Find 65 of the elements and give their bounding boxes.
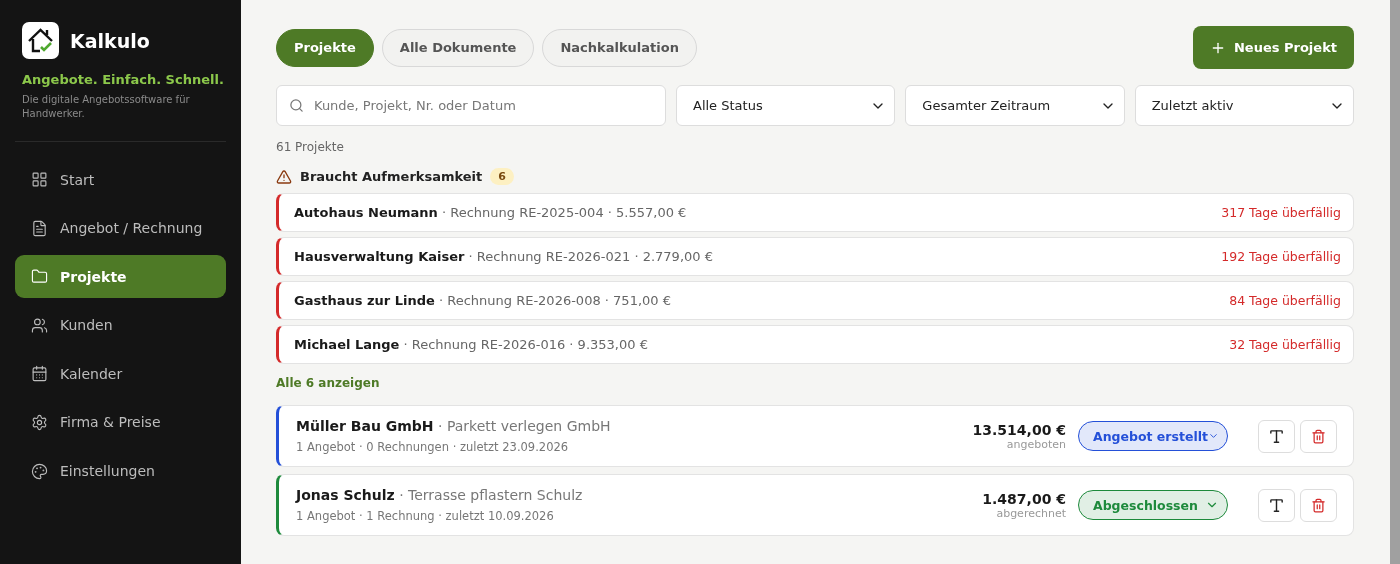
text-icon	[1268, 427, 1285, 445]
search-input[interactable]: Kunde, Projekt, Nr. oder Datum	[312, 97, 653, 114]
house-logo-icon	[22, 22, 59, 59]
folder-icon	[31, 268, 48, 286]
users-icon	[31, 316, 48, 334]
delete-button[interactable]	[1300, 419, 1337, 453]
brand-description: Die digitale Angebotssoftware für Handwerker.	[22, 93, 191, 121]
nav-item[interactable]: Kunden	[15, 303, 226, 347]
amount-label: angeboten	[1006, 437, 1066, 451]
nav-item[interactable]: Projekte	[15, 255, 226, 299]
brand-tagline: Angebote. Einfach. Schnell.	[22, 72, 225, 87]
project-row[interactable]: Jonas Schulz · Terrasse pflastern Schulz 1 Angebot · 1 Rechnung · zuletzt 10.09.2026 1.487,00 € abgerechnet Abgeschlossen	[276, 474, 1354, 536]
project-amount: 13.514,00 €	[972, 421, 1066, 438]
tab[interactable]: Projekte	[276, 28, 374, 67]
brand-name: Kalkulo	[70, 29, 150, 52]
amount-label: abgerechnet	[996, 506, 1066, 520]
tab[interactable]: Nachkalkulation	[542, 28, 697, 67]
nav-item[interactable]: Start	[15, 158, 226, 201]
new-project-button[interactable]: Neues Projekt	[1192, 26, 1354, 69]
overdue-label: 317 Tage überfällig	[1221, 205, 1341, 220]
search-field[interactable]: Kunde, Projekt, Nr. oder Datum	[276, 85, 666, 126]
status-dropdown[interactable]: Abgeschlossen	[1078, 490, 1228, 520]
project-amount: 1.487,00 €	[982, 490, 1066, 507]
project-title: Müller Bau GmbH · Parkett verlegen GmbH	[296, 418, 612, 434]
nav-item[interactable]: Kalender	[15, 352, 226, 396]
project-meta: 1 Angebot · 1 Rechnung · zuletzt 10.09.2026	[296, 509, 555, 523]
project-title: Jonas Schulz · Terrasse pflastern Schulz	[296, 487, 584, 503]
delete-button[interactable]	[1300, 488, 1337, 522]
overdue-invoice-row[interactable]: Michael Lange · Rechnung RE-2026-016 · 9.353,00 € 32 Tage überfällig	[276, 325, 1354, 364]
invoice-summary: Michael Lange · Rechnung RE-2026-016 · 9.353,00 €	[294, 337, 648, 352]
overdue-label: 32 Tage überfällig	[1229, 337, 1341, 352]
text-button[interactable]	[1258, 419, 1295, 453]
calendar-icon	[31, 365, 48, 383]
tab[interactable]: Alle Dokumente	[381, 28, 535, 67]
warning-icon	[276, 168, 292, 185]
text-icon	[1268, 496, 1285, 514]
attention-count: 6	[490, 168, 514, 185]
overdue-label: 84 Tage überfällig	[1229, 293, 1341, 308]
filter-dropdown[interactable]: Zuletzt aktiv	[1134, 85, 1354, 126]
grid-icon	[31, 171, 48, 188]
nav-item[interactable]: Firma & Preise	[15, 400, 226, 444]
search-icon	[289, 98, 304, 113]
gear-icon	[31, 413, 48, 431]
text-button[interactable]	[1258, 488, 1295, 522]
invoice-summary: Autohaus Neumann · Rechnung RE-2025-004 · 5.557,00 €	[294, 205, 687, 220]
filter-dropdown[interactable]: Gesamter Zeitraum	[905, 85, 1125, 126]
project-row[interactable]: Müller Bau GmbH · Parkett verlegen GmbH 1 Angebot · 0 Rechnungen · zuletzt 23.09.2026 13.514,00 € angeboten Angebot erstellt	[276, 405, 1354, 467]
overdue-invoice-row[interactable]: Autohaus Neumann · Rechnung RE-2025-004 · 5.557,00 € 317 Tage überfällig	[276, 193, 1354, 232]
nav-item[interactable]: Einstellungen	[15, 449, 226, 493]
nav-item[interactable]: Angebot / Rechnung	[15, 206, 226, 250]
attention-heading: Braucht Aufmerksamkeit	[300, 169, 483, 184]
project-count: 61 Projekte	[276, 140, 345, 154]
invoice-summary: Hausverwaltung Kaiser · Rechnung RE-2026-021 · 2.779,00 €	[294, 249, 713, 264]
overdue-invoice-row[interactable]: Hausverwaltung Kaiser · Rechnung RE-2026-021 · 2.779,00 € 192 Tage überfällig	[276, 237, 1354, 276]
document-icon	[31, 219, 48, 237]
trash-icon	[1311, 497, 1326, 513]
trash-icon	[1311, 428, 1326, 444]
overdue-label: 192 Tage überfällig	[1221, 249, 1341, 264]
palette-icon	[31, 462, 48, 480]
status-dropdown[interactable]: Angebot erstellt	[1078, 421, 1228, 451]
invoice-summary: Gasthaus zur Linde · Rechnung RE-2026-008 · 751,00 €	[294, 293, 671, 308]
filter-dropdown[interactable]: Alle Status	[676, 85, 896, 126]
overdue-invoice-row[interactable]: Gasthaus zur Linde · Rechnung RE-2026-008 · 751,00 € 84 Tage überfällig	[276, 281, 1354, 320]
project-meta: 1 Angebot · 0 Rechnungen · zuletzt 23.09.2026	[296, 440, 570, 454]
show-all-link[interactable]: Alle 6 anzeigen	[276, 376, 380, 390]
